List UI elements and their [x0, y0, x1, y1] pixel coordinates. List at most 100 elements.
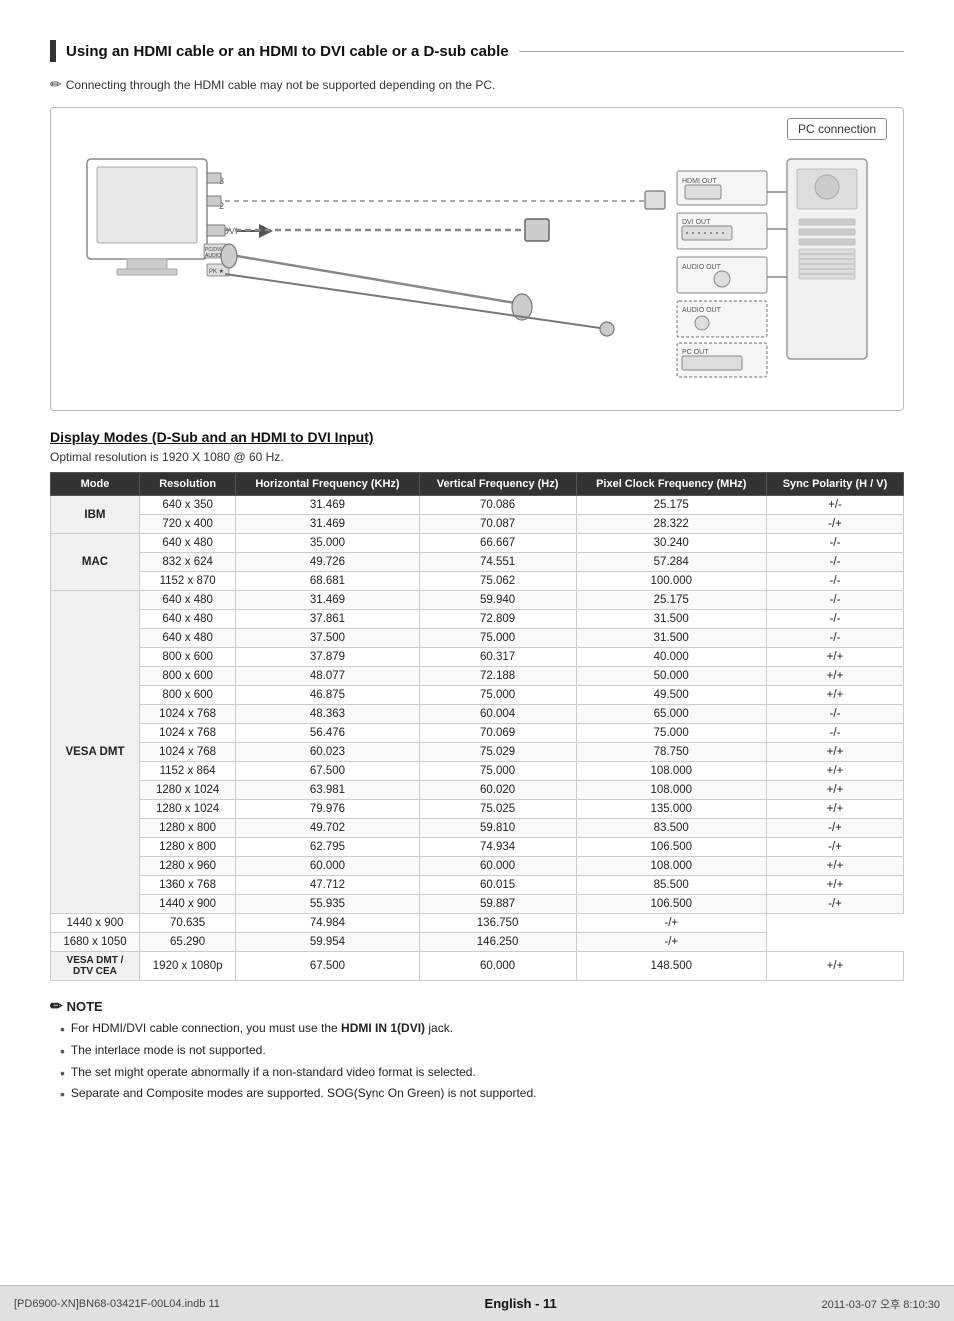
sync-cell: +/+: [766, 667, 903, 686]
note-item-text: Separate and Composite modes are support…: [71, 1086, 537, 1100]
resolution-cell: 720 x 400: [139, 515, 235, 534]
pclk-cell: 108.000: [576, 857, 766, 876]
hfreq-cell: 37.861: [236, 610, 419, 629]
vfreq-cell: 66.667: [419, 534, 576, 553]
vfreq-cell: 60.317: [419, 648, 576, 667]
resolution-cell: 1360 x 768: [139, 876, 235, 895]
vfreq-cell: 60.015: [419, 876, 576, 895]
table-row: 1024 x 768 56.476 70.069 75.000 -/-: [51, 724, 904, 743]
note-highlight: HDMI IN 1(DVI): [341, 1021, 425, 1035]
resolution-cell: 640 x 480: [139, 591, 235, 610]
svg-text:HDMI OUT: HDMI OUT: [682, 178, 717, 185]
vfreq-cell: 74.551: [419, 553, 576, 572]
vfreq-cell: 75.062: [419, 572, 576, 591]
table-header-resolution: Resolution: [139, 473, 235, 496]
table-row: 640 x 480 37.500 75.000 31.500 -/-: [51, 629, 904, 648]
table-row: 832 x 624 49.726 74.551 57.284 -/-: [51, 553, 904, 572]
hfreq-cell: 62.795: [236, 838, 419, 857]
hfreq-cell: 31.469: [236, 496, 419, 515]
hfreq-cell: 70.635: [139, 914, 235, 933]
connecting-note: ✏ Connecting through the HDMI cable may …: [50, 76, 904, 93]
pclk-cell: 148.500: [576, 952, 766, 981]
pclk-cell: 25.175: [576, 591, 766, 610]
sync-cell: -/-: [766, 629, 903, 648]
sync-cell: -/+: [766, 838, 903, 857]
resolution-cell: 640 x 480: [139, 534, 235, 553]
pclk-cell: 40.000: [576, 648, 766, 667]
diagram-box: PC connection 3 2 1 DVI: [50, 107, 904, 411]
pclk-cell: 57.284: [576, 553, 766, 572]
vfreq-cell: 74.984: [236, 914, 419, 933]
svg-text:AUDIO OUT: AUDIO OUT: [682, 264, 722, 271]
sync-cell: +/+: [766, 952, 903, 981]
mode-cell: VESA DMT /DTV CEA: [51, 952, 140, 981]
hfreq-cell: 56.476: [236, 724, 419, 743]
vfreq-cell: 70.086: [419, 496, 576, 515]
svg-text:AUDIO OUT: AUDIO OUT: [682, 307, 722, 314]
sync-cell: -/-: [766, 572, 903, 591]
pclk-cell: 50.000: [576, 667, 766, 686]
sync-cell: -/+: [576, 914, 766, 933]
sync-cell: +/+: [766, 876, 903, 895]
sync-cell: -/-: [766, 553, 903, 572]
vfreq-cell: 70.069: [419, 724, 576, 743]
pclk-cell: 146.250: [419, 933, 576, 952]
hfreq-cell: 37.879: [236, 648, 419, 667]
note-item: For HDMI/DVI cable connection, you must …: [60, 1021, 904, 1038]
table-row: 800 x 600 37.879 60.317 40.000 +/+: [51, 648, 904, 667]
table-row: VESA DMT 640 x 480 31.469 59.940 25.175 …: [51, 591, 904, 610]
table-row: 1280 x 1024 79.976 75.025 135.000 +/+: [51, 800, 904, 819]
vfreq-cell: 75.000: [419, 686, 576, 705]
note-item: The set might operate abnormally if a no…: [60, 1065, 904, 1082]
resolution-cell: 1024 x 768: [139, 705, 235, 724]
vfreq-cell: 75.025: [419, 800, 576, 819]
title-divider: [519, 51, 904, 52]
mode-cell: IBM: [51, 496, 140, 534]
vfreq-cell: 75.029: [419, 743, 576, 762]
note-header-text: NOTE: [67, 999, 103, 1014]
hfreq-cell: 49.702: [236, 819, 419, 838]
svg-text:PC OUT: PC OUT: [682, 349, 709, 356]
hfreq-cell: 55.935: [236, 895, 419, 914]
table-row: 1440 x 900 70.635 74.984 136.750 -/+: [51, 914, 904, 933]
note-item: Separate and Composite modes are support…: [60, 1086, 904, 1103]
mode-cell: VESA DMT: [51, 591, 140, 914]
sync-cell: +/+: [766, 743, 903, 762]
footer-left: [PD6900-XN]BN68-03421F-00L04.indb 11: [14, 1298, 220, 1310]
resolution-cell: 1680 x 1050: [51, 933, 140, 952]
hfreq-cell: 31.469: [236, 515, 419, 534]
page: Using an HDMI cable or an HDMI to DVI ca…: [0, 0, 954, 1321]
note-item: The interlace mode is not supported.: [60, 1043, 904, 1060]
section-title-text: Using an HDMI cable or an HDMI to DVI ca…: [66, 43, 509, 60]
hfreq-cell: 47.712: [236, 876, 419, 895]
table-row: MAC 640 x 480 35.000 66.667 30.240 -/-: [51, 534, 904, 553]
note-item-text: The set might operate abnormally if a no…: [71, 1065, 476, 1079]
pclk-cell: 65.000: [576, 705, 766, 724]
table-row: 1024 x 768 48.363 60.004 65.000 -/-: [51, 705, 904, 724]
sync-cell: -/-: [766, 705, 903, 724]
sync-cell: +/+: [766, 781, 903, 800]
resolution-cell: 640 x 480: [139, 629, 235, 648]
table-row: 1280 x 960 60.000 60.000 108.000 +/+: [51, 857, 904, 876]
resolution-cell: 640 x 480: [139, 610, 235, 629]
vfreq-cell: 72.809: [419, 610, 576, 629]
hfreq-cell: 60.000: [236, 857, 419, 876]
table-row: IBM 640 x 350 31.469 70.086 25.175 +/-: [51, 496, 904, 515]
sync-cell: -/+: [766, 515, 903, 534]
hfreq-cell: 35.000: [236, 534, 419, 553]
table-header-mode: Mode: [51, 473, 140, 496]
table-row: 640 x 480 37.861 72.809 31.500 -/-: [51, 610, 904, 629]
sync-cell: -/+: [576, 933, 766, 952]
resolution-cell: 1280 x 1024: [139, 781, 235, 800]
hfreq-cell: 48.363: [236, 705, 419, 724]
footer-right: 2011-03-07 오후 8:10:30: [821, 1296, 940, 1312]
pclk-cell: 49.500: [576, 686, 766, 705]
pclk-cell: 135.000: [576, 800, 766, 819]
pclk-cell: 31.500: [576, 629, 766, 648]
resolution-cell: 832 x 624: [139, 553, 235, 572]
table-row: 1360 x 768 47.712 60.015 85.500 +/+: [51, 876, 904, 895]
section-title-row: Using an HDMI cable or an HDMI to DVI ca…: [50, 40, 904, 62]
pclk-cell: 106.500: [576, 838, 766, 857]
table-row: 800 x 600 46.875 75.000 49.500 +/+: [51, 686, 904, 705]
mode-cell: MAC: [51, 534, 140, 591]
